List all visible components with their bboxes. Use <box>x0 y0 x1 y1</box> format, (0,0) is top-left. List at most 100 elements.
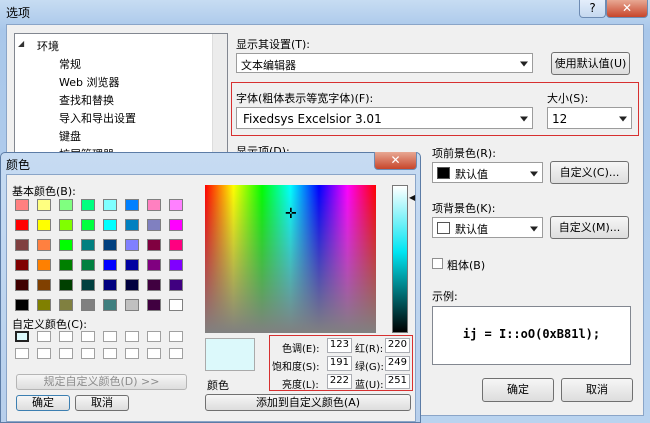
size-select[interactable]: 12 <box>547 107 632 129</box>
custom-color-swatch[interactable] <box>125 348 139 359</box>
custom-color-swatch[interactable] <box>103 331 117 342</box>
color-ok-button[interactable]: 确定 <box>16 395 70 411</box>
options-tree[interactable]: ◢ 环境 常规 Web 浏览器 查找和替换 导入和导出设置 键盘 扩展管理器 <box>14 33 228 157</box>
basic-color-swatch[interactable] <box>81 219 95 231</box>
foreground-select[interactable]: 默认值 <box>432 162 543 183</box>
custom-color-swatch[interactable] <box>169 331 183 342</box>
basic-color-swatch[interactable] <box>103 299 117 311</box>
custom-color-swatch[interactable] <box>81 331 95 342</box>
basic-color-swatch[interactable] <box>37 199 51 211</box>
color-dialog-close-button[interactable]: ✕ <box>374 152 417 170</box>
custom-color-swatch[interactable] <box>59 331 73 342</box>
basic-color-swatch[interactable] <box>169 239 183 251</box>
basic-color-swatch[interactable] <box>103 239 117 251</box>
tree-item-find-replace[interactable]: 查找和替换 <box>59 92 114 108</box>
custom-color-swatch[interactable] <box>169 348 183 359</box>
basic-color-swatch[interactable] <box>15 219 29 231</box>
basic-color-swatch[interactable] <box>37 219 51 231</box>
add-to-custom-colors-button[interactable]: 添加到自定义颜色(A) <box>205 394 411 411</box>
bold-checkbox[interactable] <box>432 258 443 269</box>
blue-input[interactable]: 251 <box>385 374 410 389</box>
cancel-button[interactable]: 取消 <box>561 378 633 402</box>
close-button[interactable]: ✕ <box>606 0 648 18</box>
basic-color-swatch[interactable] <box>103 279 117 291</box>
green-input[interactable]: 249 <box>385 356 410 371</box>
custom-color-swatch[interactable] <box>59 348 73 359</box>
basic-color-swatch[interactable] <box>125 219 139 231</box>
basic-color-swatch[interactable] <box>37 239 51 251</box>
basic-color-swatch[interactable] <box>59 259 73 271</box>
basic-color-swatch[interactable] <box>169 299 183 311</box>
basic-color-swatch[interactable] <box>125 239 139 251</box>
basic-color-swatch[interactable] <box>59 239 73 251</box>
basic-color-swatch[interactable] <box>37 279 51 291</box>
saturation-input[interactable]: 191 <box>327 356 352 371</box>
basic-color-swatch[interactable] <box>81 279 95 291</box>
custom-color-swatch[interactable] <box>147 331 161 342</box>
background-select[interactable]: 默认值 <box>432 217 543 238</box>
luminance-slider[interactable] <box>392 185 408 333</box>
tree-item-keyboard[interactable]: 键盘 <box>59 128 81 144</box>
custom-color-swatch[interactable] <box>125 331 139 342</box>
foreground-custom-button[interactable]: 自定义(C)... <box>550 161 629 184</box>
basic-color-swatch[interactable] <box>59 199 73 211</box>
custom-color-swatch[interactable] <box>37 331 51 342</box>
use-default-button[interactable]: 使用默认值(U) <box>551 52 630 75</box>
basic-color-swatch[interactable] <box>15 279 29 291</box>
basic-color-swatch[interactable] <box>147 199 161 211</box>
font-select[interactable]: Fixedsys Excelsior 3.01 <box>236 107 533 129</box>
custom-color-swatch[interactable] <box>147 348 161 359</box>
basic-color-swatch[interactable] <box>125 299 139 311</box>
basic-color-swatch[interactable] <box>125 259 139 271</box>
help-button[interactable]: ? <box>579 0 606 18</box>
basic-color-swatch[interactable] <box>59 219 73 231</box>
tree-item-import-export[interactable]: 导入和导出设置 <box>59 110 136 126</box>
basic-color-swatch[interactable] <box>125 279 139 291</box>
basic-color-swatch[interactable] <box>147 299 161 311</box>
basic-color-swatch[interactable] <box>103 199 117 211</box>
display-settings-select[interactable]: 文本编辑器 <box>236 53 533 73</box>
custom-color-swatch[interactable] <box>37 348 51 359</box>
luminance-input[interactable]: 222 <box>327 374 352 389</box>
basic-color-swatch[interactable] <box>15 199 29 211</box>
tree-expander-icon[interactable]: ◢ <box>18 39 24 48</box>
basic-color-swatch[interactable] <box>147 259 161 271</box>
color-spectrum[interactable]: ✛ <box>205 185 376 333</box>
basic-color-swatch[interactable] <box>169 259 183 271</box>
ok-button[interactable]: 确定 <box>482 378 554 402</box>
basic-color-swatch[interactable] <box>147 219 161 231</box>
background-custom-button[interactable]: 自定义(M)... <box>550 216 629 239</box>
basic-color-swatch[interactable] <box>37 299 51 311</box>
hue-input[interactable]: 123 <box>327 338 352 353</box>
tree-item-general[interactable]: 常规 <box>59 56 81 72</box>
custom-color-swatch[interactable] <box>15 348 29 359</box>
custom-color-swatch[interactable] <box>15 331 29 342</box>
basic-color-swatch[interactable] <box>81 239 95 251</box>
tree-item-web-browser[interactable]: Web 浏览器 <box>59 74 119 90</box>
tree-item-environment[interactable]: 环境 <box>37 38 59 54</box>
basic-color-swatch[interactable] <box>15 239 29 251</box>
custom-color-swatch[interactable] <box>81 348 95 359</box>
define-custom-colors-button[interactable]: 规定自定义颜色(D) >> <box>16 374 187 390</box>
basic-color-swatch[interactable] <box>81 199 95 211</box>
basic-color-swatch[interactable] <box>59 279 73 291</box>
basic-color-swatch[interactable] <box>103 259 117 271</box>
slider-arrow-icon[interactable]: ◀ <box>409 193 415 202</box>
custom-color-swatch[interactable] <box>103 348 117 359</box>
basic-color-swatch[interactable] <box>15 259 29 271</box>
basic-color-swatch[interactable] <box>147 239 161 251</box>
basic-color-swatch[interactable] <box>169 279 183 291</box>
basic-color-swatch[interactable] <box>103 219 117 231</box>
basic-color-swatch[interactable] <box>125 199 139 211</box>
basic-color-swatch[interactable] <box>147 279 161 291</box>
basic-color-swatch[interactable] <box>59 299 73 311</box>
tree-scrollbar[interactable] <box>212 34 227 156</box>
basic-color-swatch[interactable] <box>15 299 29 311</box>
basic-color-swatch[interactable] <box>169 199 183 211</box>
basic-color-swatch[interactable] <box>81 259 95 271</box>
red-input[interactable]: 220 <box>385 338 410 353</box>
basic-color-swatch[interactable] <box>37 259 51 271</box>
basic-color-swatch[interactable] <box>169 219 183 231</box>
color-cancel-button[interactable]: 取消 <box>75 395 129 411</box>
basic-color-swatch[interactable] <box>81 299 95 311</box>
